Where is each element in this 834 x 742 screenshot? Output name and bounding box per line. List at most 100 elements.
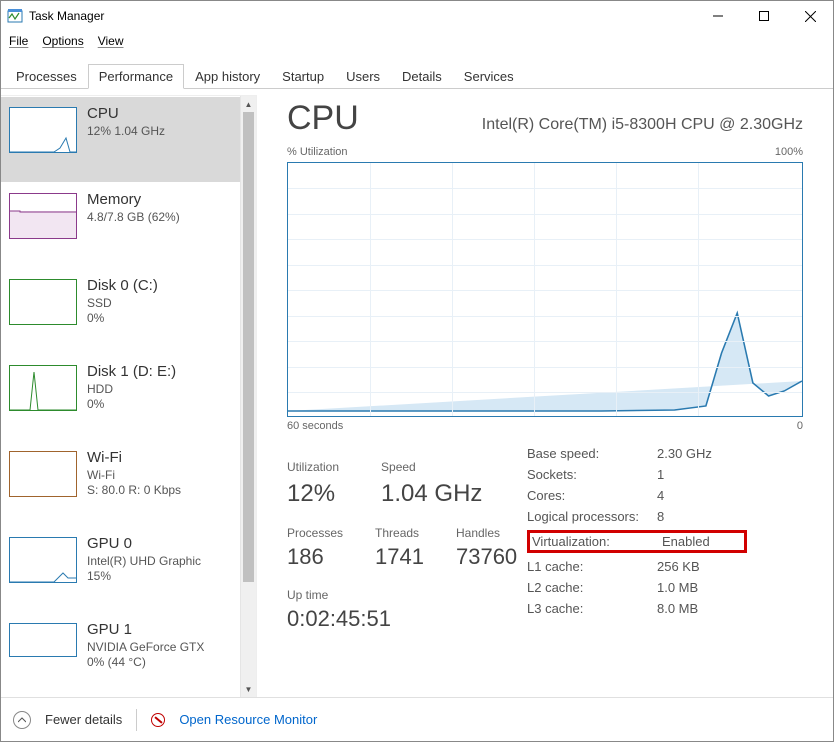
cpu-thumb-chart: [9, 107, 77, 153]
uptime-label: Up time: [287, 588, 527, 602]
disk0-thumb-chart: [9, 279, 77, 325]
stats-columns: Utilization 12% Speed 1.04 GHz Processes…: [287, 446, 803, 632]
kpi-value: 73760: [456, 544, 517, 570]
resource-item-memory[interactable]: Memory 4.8/7.8 GB (62%): [1, 182, 240, 268]
menu-file[interactable]: File: [9, 34, 28, 48]
chart-top-labels: % Utilization 100%: [287, 146, 803, 158]
resource-sub: 12% 1.04 GHz: [87, 124, 165, 138]
menu-options[interactable]: Options: [42, 34, 83, 48]
task-manager-window: Task Manager File Options View Processes…: [0, 0, 834, 742]
spec-value: 8.0 MB: [657, 601, 747, 616]
detail-heading: CPU Intel(R) Core(TM) i5-8300H CPU @ 2.3…: [287, 99, 803, 146]
resource-name: Disk 0 (C:): [87, 277, 158, 294]
maximize-button[interactable]: [741, 1, 787, 31]
spec-value: 8: [657, 509, 747, 524]
minimize-button[interactable]: [695, 1, 741, 31]
window-title: Task Manager: [29, 9, 104, 23]
spec-value: 256 KB: [657, 559, 747, 574]
spec-label: Logical processors:: [527, 509, 657, 524]
kpi-label: Speed: [381, 460, 482, 474]
tab-app-history[interactable]: App history: [184, 64, 271, 89]
chart-bottom-labels: 60 seconds 0: [287, 420, 803, 432]
resource-name: GPU 1: [87, 621, 204, 638]
scroll-down-icon[interactable]: ▼: [241, 681, 256, 697]
resource-sub2: 15%: [87, 569, 201, 583]
tab-users[interactable]: Users: [335, 64, 391, 89]
resource-name: GPU 0: [87, 535, 201, 552]
resource-item-gpu1[interactable]: GPU 1 NVIDIA GeForce GTX 0% (44 °C): [1, 612, 240, 682]
resource-sub2: 0%: [87, 397, 176, 411]
kpi-utilization: Utilization 12%: [287, 460, 339, 508]
chart-bl-right: 0: [797, 420, 803, 432]
kpi-label: Utilization: [287, 460, 339, 474]
resource-sub: Wi-Fi: [87, 468, 181, 482]
resource-info: Disk 0 (C:) SSD 0%: [87, 275, 158, 348]
tab-performance[interactable]: Performance: [88, 64, 184, 89]
stats-right: Base speed: 2.30 GHz Sockets: 1 Cores: 4…: [527, 446, 803, 632]
spec-label: Sockets:: [527, 467, 657, 482]
kpi-label: Threads: [375, 526, 424, 540]
resource-item-gpu0[interactable]: GPU 0 Intel(R) UHD Graphic 15%: [1, 526, 240, 612]
resource-info: CPU 12% 1.04 GHz: [87, 103, 165, 176]
sidebar-scrollbar[interactable]: ▲ ▼: [240, 96, 256, 697]
memory-thumb-chart: [9, 193, 77, 239]
kpi-value: 12%: [287, 480, 339, 508]
spec-value: 1: [657, 467, 747, 482]
kpi-value: 186: [287, 544, 343, 570]
resource-sub: 4.8/7.8 GB (62%): [87, 210, 180, 224]
separator: [136, 709, 137, 731]
fewer-details-link[interactable]: Fewer details: [45, 712, 122, 727]
kpi-value: 1.04 GHz: [381, 480, 482, 508]
kpi-label: Processes: [287, 526, 343, 540]
close-button[interactable]: [787, 1, 833, 31]
utilization-chart[interactable]: [287, 162, 803, 417]
kpi-speed: Speed 1.04 GHz: [381, 460, 482, 508]
wifi-thumb-chart: [9, 451, 77, 497]
resource-item-disk0[interactable]: Disk 0 (C:) SSD 0%: [1, 268, 240, 354]
content-body: CPU 12% 1.04 GHz Memory 4.8/7.8 GB (62%): [1, 89, 833, 697]
stats-left: Utilization 12% Speed 1.04 GHz Processes…: [287, 446, 527, 632]
disk1-thumb-chart: [9, 365, 77, 411]
spec-value: 2.30 GHz: [657, 446, 747, 461]
spec-label: L1 cache:: [527, 559, 657, 574]
open-resource-monitor-link[interactable]: Open Resource Monitor: [179, 712, 317, 727]
tab-services[interactable]: Services: [453, 64, 525, 89]
scroll-thumb[interactable]: [243, 112, 254, 582]
resource-sub: NVIDIA GeForce GTX: [87, 640, 204, 654]
tab-processes[interactable]: Processes: [5, 64, 88, 89]
resource-info: Disk 1 (D: E:) HDD 0%: [87, 361, 176, 434]
gpu0-thumb-chart: [9, 537, 77, 583]
virtualization-highlight: Virtualization: Enabled: [527, 530, 747, 553]
menu-view[interactable]: View: [98, 34, 124, 48]
resource-sub2: 0%: [87, 311, 158, 325]
detail-title: CPU: [287, 99, 359, 138]
cpu-model: Intel(R) Core(TM) i5-8300H CPU @ 2.30GHz: [482, 116, 803, 134]
menu-bar: File Options View: [1, 31, 833, 51]
kpi-handles: Handles 73760: [456, 526, 517, 570]
resource-name: Wi-Fi: [87, 449, 181, 466]
spec-label: Base speed:: [527, 446, 657, 461]
spec-label: Virtualization:: [532, 534, 662, 549]
detail-panel: CPU Intel(R) Core(TM) i5-8300H CPU @ 2.3…: [256, 95, 833, 697]
spec-value: 1.0 MB: [657, 580, 747, 595]
uptime-value: 0:02:45:51: [287, 606, 527, 632]
resource-item-cpu[interactable]: CPU 12% 1.04 GHz: [1, 96, 240, 182]
spec-label: L3 cache:: [527, 601, 657, 616]
resource-item-wifi[interactable]: Wi-Fi Wi-Fi S: 80.0 R: 0 Kbps: [1, 440, 240, 526]
scroll-up-icon[interactable]: ▲: [241, 96, 256, 112]
resource-item-disk1[interactable]: Disk 1 (D: E:) HDD 0%: [1, 354, 240, 440]
gpu1-thumb-chart: [9, 623, 77, 657]
resource-info: Wi-Fi Wi-Fi S: 80.0 R: 0 Kbps: [87, 447, 181, 520]
resource-monitor-icon: [151, 713, 165, 727]
resource-sub: HDD: [87, 382, 176, 396]
window-system-buttons: [695, 1, 833, 31]
chevron-up-icon[interactable]: [13, 711, 31, 729]
spec-value: Enabled: [662, 534, 752, 549]
resource-sub: Intel(R) UHD Graphic: [87, 554, 201, 568]
tab-details[interactable]: Details: [391, 64, 453, 89]
close-icon: [805, 11, 816, 22]
tab-startup[interactable]: Startup: [271, 64, 335, 89]
resource-sidebar: CPU 12% 1.04 GHz Memory 4.8/7.8 GB (62%): [1, 95, 256, 697]
resource-sub2: 0% (44 °C): [87, 655, 204, 669]
resource-info: GPU 1 NVIDIA GeForce GTX 0% (44 °C): [87, 619, 204, 676]
